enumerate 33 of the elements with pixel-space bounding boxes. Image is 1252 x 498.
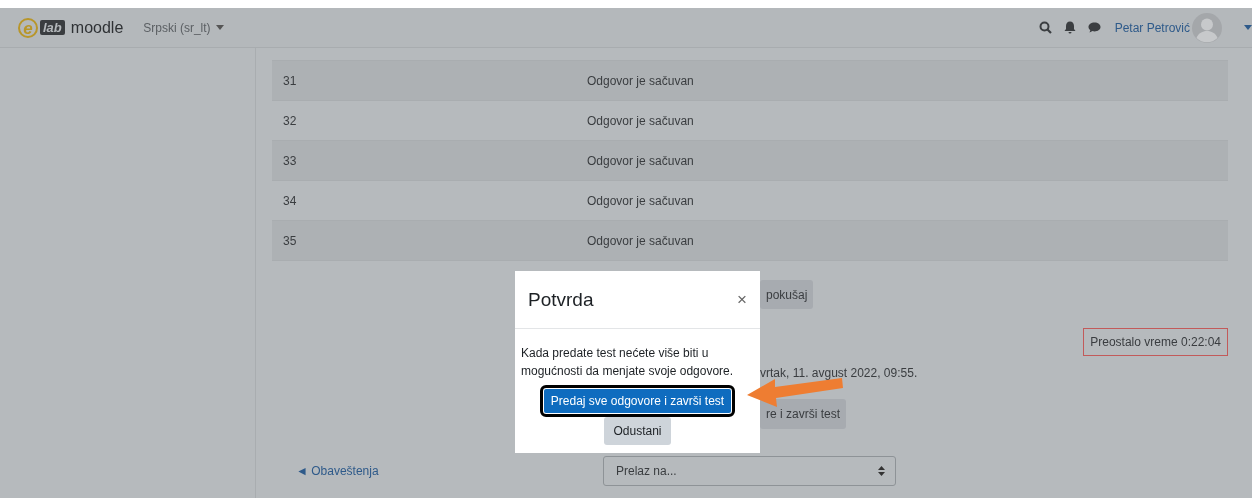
- logo-letter: e: [18, 17, 38, 38]
- answer-status: Odgovor je sačuvan: [587, 113, 695, 128]
- question-number: 35: [282, 233, 298, 248]
- chat-bubble-icon[interactable]: [1087, 22, 1101, 33]
- confirm-button[interactable]: Predaj sve odgovore i završi test: [542, 388, 733, 414]
- answer-status: Odgovor je sačuvan: [587, 193, 695, 208]
- return-button[interactable]: pokušaj: [760, 280, 814, 309]
- answer-status: Odgovor je sačuvan: [587, 73, 695, 88]
- answer-status: Odgovor je sačuvan: [587, 233, 695, 248]
- timer-box: Preostalo vreme 0:22:04: [1083, 328, 1228, 356]
- caret-icon: [215, 25, 224, 30]
- dialog-message: Kada predate test nećete više biti u mogućnosti da menjate svoje odgovore.: [521, 345, 735, 380]
- user-name-link[interactable]: Petar Petrović: [1114, 20, 1190, 35]
- dialog-title: Potvrda: [528, 288, 594, 311]
- language-menu[interactable]: Srpski (sr_lt): [143, 20, 224, 35]
- caret-icon[interactable]: [1244, 25, 1252, 30]
- search-icon[interactable]: [1038, 21, 1052, 34]
- logo-name: moodle: [70, 18, 124, 37]
- jump-select[interactable]: Prelaz na...: [603, 456, 896, 486]
- cancel-button[interactable]: Odustani: [604, 417, 671, 445]
- logo-mark: lab: [40, 20, 65, 35]
- answer-status: Odgovor je sačuvan: [587, 153, 695, 168]
- bell-icon[interactable]: [1063, 21, 1076, 34]
- sort-arrows-icon: [878, 466, 885, 476]
- question-number: 32: [282, 113, 298, 128]
- close-button[interactable]: ×: [734, 289, 750, 310]
- question-number: 34: [282, 193, 298, 208]
- deadline-text: vrtak, 11. avgust 2022, 09:55.: [760, 366, 919, 380]
- question-number: 31: [282, 73, 298, 88]
- previous-link[interactable]: ◄ Obaveštenja: [296, 464, 603, 478]
- logo-drawing[interactable]: e lab moodle: [18, 17, 124, 38]
- submit-button[interactable]: re i završi test: [760, 399, 846, 429]
- question-number: 33: [282, 153, 298, 168]
